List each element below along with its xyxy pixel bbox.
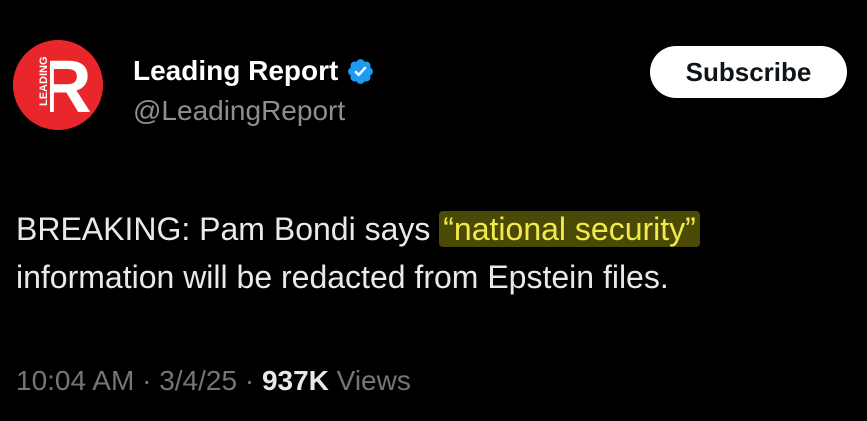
highlighted-quote: “national security” xyxy=(439,211,700,247)
tweet-line-1: BREAKING: Pam Bondi says “national secur… xyxy=(16,211,700,247)
tweet-line-1-prefix: BREAKING: Pam Bondi says xyxy=(16,211,440,247)
tweet-card: R LEADING Leading Report @LeadingReport … xyxy=(0,0,867,421)
account-handle[interactable]: @LeadingReport xyxy=(133,94,345,128)
avatar[interactable]: R LEADING xyxy=(13,40,103,130)
subscribe-button[interactable]: Subscribe xyxy=(650,46,847,98)
display-name[interactable]: Leading Report xyxy=(133,54,338,88)
tweet-date[interactable]: 3/4/25 xyxy=(159,365,237,396)
avatar-side-text: LEADING xyxy=(38,57,50,107)
verified-badge-icon xyxy=(348,58,374,84)
tweet-time[interactable]: 10:04 AM xyxy=(16,365,134,396)
meta-separator: · xyxy=(237,365,262,396)
tweet-text: BREAKING: Pam Bondi says “national secur… xyxy=(16,205,856,301)
views-label: Views xyxy=(328,365,411,396)
tweet-meta: 10:04 AM · 3/4/25 · 937K Views xyxy=(16,364,411,398)
tweet-line-2: information will be redacted from Epstei… xyxy=(16,259,669,295)
views-count: 937K xyxy=(261,365,329,396)
meta-separator: · xyxy=(134,365,160,396)
account-name-row: Leading Report xyxy=(133,54,375,88)
leading-report-logo: R LEADING xyxy=(13,40,103,130)
